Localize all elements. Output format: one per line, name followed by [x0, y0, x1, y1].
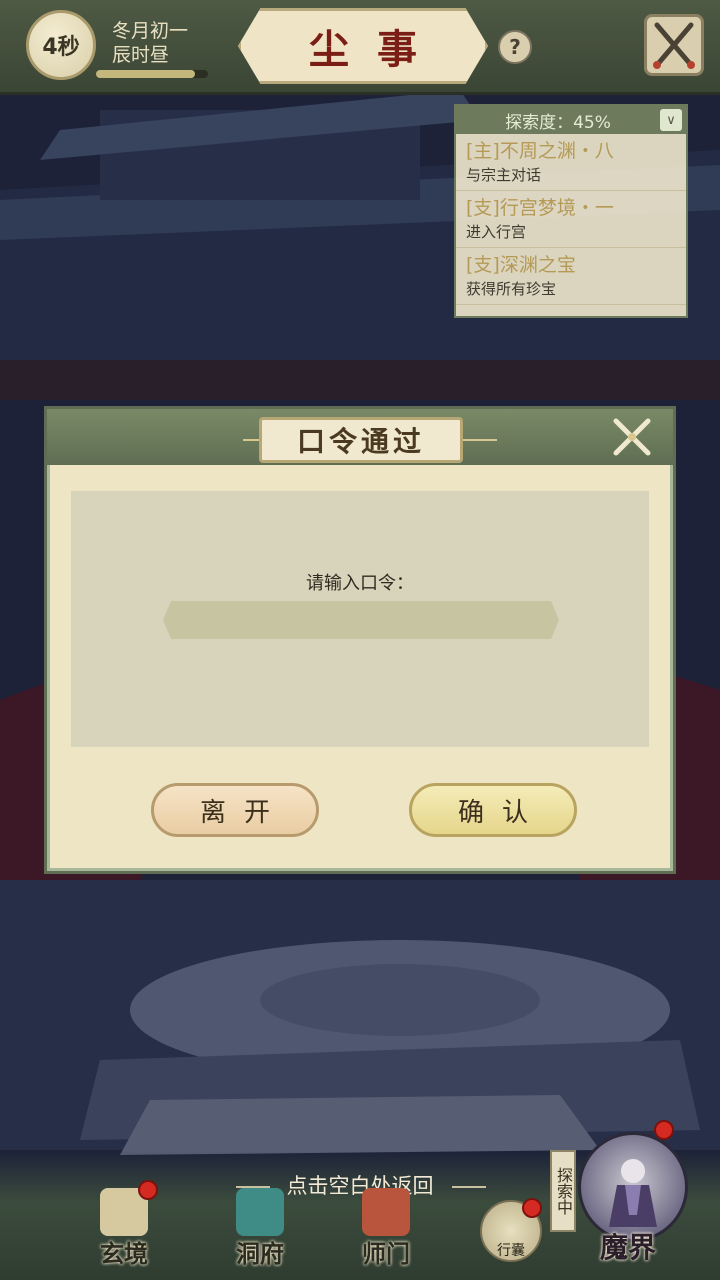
date-label: 冬月初一 — [112, 20, 189, 42]
nav-item-dongfu[interactable]: 洞府 — [210, 1180, 310, 1280]
notification-dot — [138, 1180, 158, 1200]
title-ornament — [457, 439, 497, 441]
dialog-title: 口令通过 — [259, 417, 463, 463]
nav-label: 玄境 — [100, 1239, 148, 1268]
pavilion-icon — [236, 1188, 284, 1236]
quest-desc: 与宗主对话 — [466, 166, 542, 184]
nav-label: 洞府 — [236, 1239, 284, 1268]
crossed-swords-icon — [653, 22, 695, 69]
dialog-body: 请输入口令： — [71, 491, 649, 747]
nav-item-xuanjing[interactable]: 玄境 — [74, 1180, 174, 1280]
quest-desc: 获得所有珍宝 — [466, 280, 557, 298]
close-button[interactable] — [607, 415, 657, 459]
quest-panel: 探索度：45% ∨ [主]不周之渊・八 与宗主对话 [支]行宫梦境・一 进入行宫… — [454, 104, 688, 318]
help-button[interactable]: ? — [498, 30, 532, 64]
quest-item[interactable]: [主]不周之渊・八 与宗主对话 — [456, 134, 686, 191]
quest-title: [支]行宫梦境・一 — [466, 197, 614, 219]
confirm-button[interactable]: 确认 — [409, 783, 577, 837]
quest-desc: 进入行宫 — [466, 223, 527, 241]
leave-button[interactable]: 离开 — [151, 783, 319, 837]
exploration-progress-label: 探索度：45% — [505, 112, 611, 133]
nav-label: 师门 — [362, 1239, 410, 1268]
page-title: 尘事 — [238, 8, 488, 84]
realm-label: 魔界 — [599, 1231, 656, 1264]
top-header: 4秒 冬月初一 辰时昼 尘事 ? — [0, 0, 720, 95]
time-progress-fill — [96, 70, 195, 78]
password-dialog: 口令通过 请输入口令： 离开 确认 — [44, 406, 676, 874]
bag-label: 行囊 — [497, 1243, 525, 1259]
quest-item[interactable]: [支]深渊之宝 获得所有珍宝 — [456, 248, 686, 305]
quest-title: [支]深渊之宝 — [466, 254, 576, 276]
sect-banner-icon — [362, 1188, 410, 1236]
bag-button[interactable]: 行囊 — [480, 1198, 542, 1262]
time-progress-bar — [96, 70, 208, 78]
close-icon — [613, 418, 651, 456]
nav-item-shimen[interactable]: 师门 — [336, 1180, 436, 1280]
character-portrait-icon — [609, 1159, 657, 1227]
dialog-header: 口令通过 — [47, 409, 673, 465]
timer-badge: 4秒 — [26, 10, 96, 80]
quest-title: [主]不周之渊・八 — [466, 140, 614, 162]
password-input[interactable] — [163, 601, 559, 639]
notification-dot — [654, 1120, 674, 1140]
password-prompt: 请输入口令： — [306, 573, 414, 594]
chevron-down-icon[interactable]: ∨ — [660, 109, 682, 131]
menu-button[interactable] — [644, 14, 704, 76]
exploration-progress: 探索度：45% — [456, 106, 686, 134]
timer-text: 4秒 — [42, 35, 80, 60]
time-of-day-label: 辰时昼 — [112, 44, 170, 66]
exploring-status-tag: 探索中 — [550, 1150, 576, 1232]
notification-dot — [522, 1198, 542, 1218]
quest-item[interactable]: [支]行宫梦境・一 进入行宫 — [456, 191, 686, 248]
